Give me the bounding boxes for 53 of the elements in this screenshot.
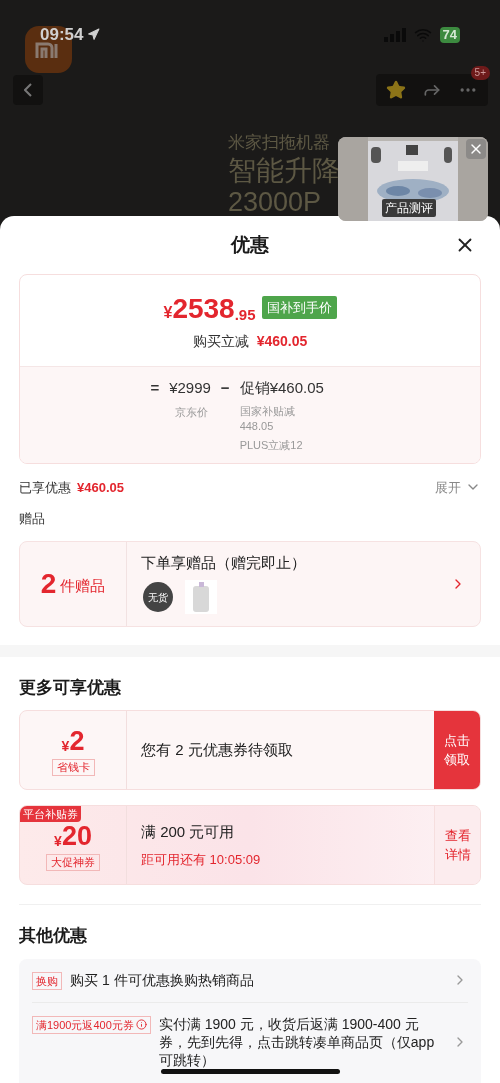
base-price-label: 京东价 — [175, 404, 210, 420]
details-button[interactable]: 查看 详情 — [434, 806, 480, 884]
promo-amount: 促销¥460.05 — [239, 378, 325, 398]
coupon-type-badge: 大促神券 — [46, 854, 100, 871]
final-price: ¥2538.95 — [163, 295, 256, 323]
gifts-heading: 赠品 — [18, 510, 46, 528]
subsidy-price-tag: 国补到手价 — [261, 295, 337, 319]
back-icon — [24, 82, 32, 97]
saving-label: 购买立减 — [192, 332, 249, 351]
base-price: ¥2999 — [169, 378, 211, 398]
favorite-icon[interactable] — [386, 79, 406, 100]
offer-tag: 满1900元返400元券 — [32, 1015, 151, 1034]
section-heading: 更多可享优惠 — [18, 676, 122, 699]
banner-headline: 智能升降 — [228, 157, 340, 185]
equals-sign: = — [150, 378, 160, 398]
gift-thumbnail: 无货 — [141, 580, 175, 614]
coupon-amount: ¥2 — [61, 728, 85, 755]
offer-description: 实付满 1900 元，收货后返满 1900-400 元券，先到先得，点击跳转凑单商品页（仅app 可跳转） — [158, 1014, 436, 1069]
gift-title: 下单享赠品（赠完即止） — [141, 552, 307, 573]
saving-value: ¥460.05 — [256, 332, 308, 351]
close-video-button[interactable] — [466, 139, 486, 159]
sheet-title: 优惠 — [231, 232, 269, 257]
offer-row[interactable]: 换购 购买 1 件可优惠换购热销商品 — [32, 958, 468, 1003]
offer-description: 购买 1 件可优惠换购热销商品 — [70, 970, 255, 989]
coupon-countdown: 距可用还有 10:05:09 — [141, 850, 262, 869]
location-icon — [87, 28, 101, 42]
coupon-amount: ¥20 — [54, 823, 92, 850]
coupon-title: 满 200 元可用 — [141, 822, 236, 842]
coupon-title: 您有 2 元优惠券待领取 — [141, 739, 294, 760]
status-time: 09:54 — [40, 24, 84, 46]
coupon-type-badge: 省钱卡 — [51, 759, 95, 776]
gift-count: 2 — [40, 566, 57, 601]
enjoyed-value: ¥460.05 — [77, 478, 124, 497]
promo-detail: PLUS立减12 — [239, 437, 304, 453]
expand-button[interactable]: 展开 — [435, 477, 481, 497]
back-button[interactable] — [13, 74, 43, 105]
enjoyed-label: 已享优惠 — [19, 478, 71, 497]
battery-indicator: 74 — [439, 26, 460, 43]
offer-tag: 换购 — [32, 971, 62, 990]
promo-detail: 国家补贴减 448.05 — [239, 403, 296, 434]
bottle-icon — [185, 580, 217, 614]
banner-text: 米家扫拖机器 — [228, 134, 331, 151]
gift-count-label: 件赠品 — [60, 576, 106, 597]
claim-button[interactable]: 点击 领取 — [434, 711, 480, 789]
offer-row[interactable]: 满1900元返400元券 实付满 1900 元，收货后返满 1900-400 元券，先到先得，点击跳转凑单商品页（仅app 可跳转） — [32, 1002, 468, 1081]
minus-sign: − — [220, 378, 230, 398]
section-heading: 其他优惠 — [18, 925, 88, 947]
video-caption: 产品测评 — [382, 199, 436, 217]
notification-badge: 5+ — [470, 65, 490, 80]
gift-card[interactable]: 2 件赠品 下单享赠品（赠完即止） 无货 — [19, 540, 481, 627]
video-thumbnail[interactable]: 产品测评 — [338, 137, 488, 221]
banner-headline: 23000P — [228, 189, 323, 216]
coupon-corner-tag: 平台补贴券 — [20, 806, 81, 822]
